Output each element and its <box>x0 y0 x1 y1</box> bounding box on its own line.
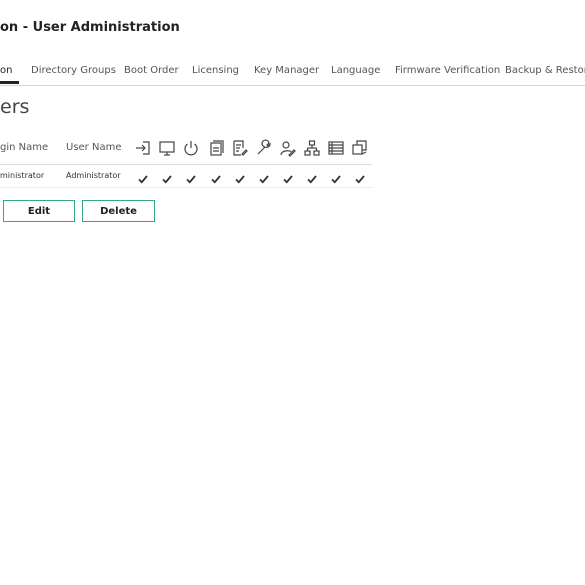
tab-backup-restore[interactable]: Backup & Restore <box>505 65 585 76</box>
check-icon <box>234 170 246 184</box>
user-edit-icon <box>279 139 297 157</box>
power-icon <box>182 139 200 157</box>
tab-licensing[interactable]: Licensing <box>192 65 239 76</box>
section-title: ers <box>0 96 30 118</box>
delete-button[interactable]: Delete <box>82 200 155 222</box>
check-icon <box>330 170 342 184</box>
tab-user-administration[interactable]: on <box>0 65 12 76</box>
tab-directory-groups[interactable]: Directory Groups <box>31 65 116 76</box>
table-row[interactable]: ministrator Administrator <box>0 165 372 188</box>
config-settings-icon <box>231 139 249 157</box>
network-hierarchy-icon <box>303 139 321 157</box>
tab-boot-order[interactable]: Boot Order <box>124 65 179 76</box>
active-tab-indicator <box>0 81 19 84</box>
tab-language[interactable]: Language <box>331 65 380 76</box>
host-copy-icon <box>351 139 369 157</box>
column-header-login-name[interactable]: gin Name <box>0 142 48 153</box>
check-icon <box>161 170 173 184</box>
virtual-media-icon <box>207 139 225 157</box>
user-name-cell: Administrator <box>66 171 121 180</box>
check-icon <box>282 170 294 184</box>
page-title: on - User Administration <box>0 20 180 35</box>
wrench-icon <box>255 139 273 157</box>
tab-firmware-verification[interactable]: Firmware Verification <box>395 65 500 76</box>
check-icon <box>210 170 222 184</box>
check-icon <box>185 170 197 184</box>
check-icon <box>258 170 270 184</box>
server-list-icon <box>327 139 345 157</box>
check-icon <box>306 170 318 184</box>
tab-bar: on Directory Groups Boot Order Licensing… <box>0 62 585 86</box>
table-header-row: gin Name User Name <box>0 136 372 165</box>
remote-console-icon <box>158 139 176 157</box>
check-icon <box>137 170 149 184</box>
edit-button[interactable]: Edit <box>3 200 75 222</box>
column-header-user-name[interactable]: User Name <box>66 142 121 153</box>
login-icon <box>134 139 152 157</box>
tab-key-manager[interactable]: Key Manager <box>254 65 319 76</box>
login-name-cell: ministrator <box>0 171 45 180</box>
check-icon <box>354 170 366 184</box>
